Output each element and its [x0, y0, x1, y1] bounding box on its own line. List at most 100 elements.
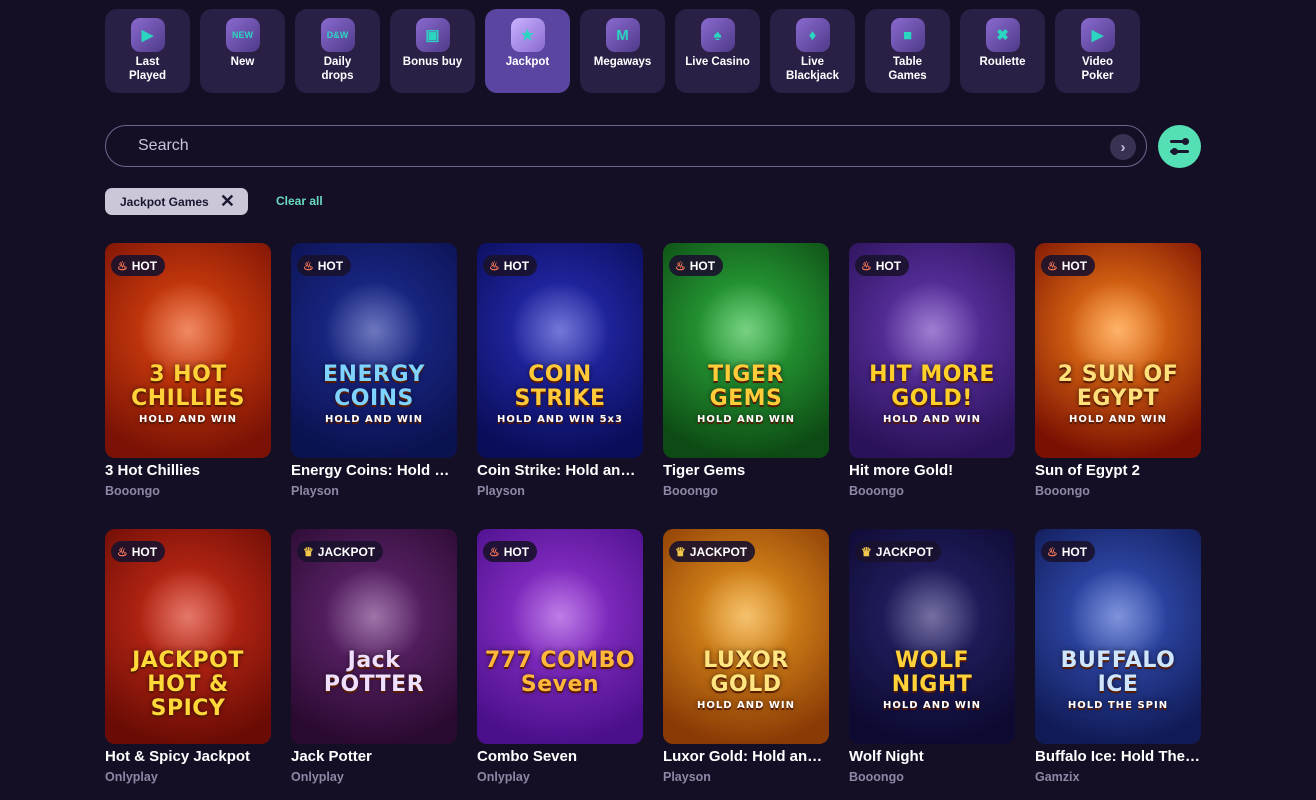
category-daily-drops[interactable]: D&W Daily drops: [295, 9, 380, 93]
category-new[interactable]: NEW New: [200, 9, 285, 93]
game-thumbnail[interactable]: ♨ HOT BUFFALO ICE HOLD THE SPIN: [1035, 529, 1201, 744]
flame-icon: ♨: [489, 258, 500, 273]
game-logo-text: COIN STRIKE HOLD AND WIN 5x3: [477, 363, 643, 427]
game-card[interactable]: ♛ JACKPOT Jack POTTER Jack Potter Onlyplay: [291, 529, 457, 796]
game-logo-title: LUXOR GOLD: [703, 648, 789, 697]
category-live-blackjack[interactable]: ♦ Live Blackjack: [770, 9, 855, 93]
game-card[interactable]: ♨ HOT COIN STRIKE HOLD AND WIN 5x3 Coin Stri…: [477, 243, 643, 510]
game-provider: Onlyplay: [105, 770, 158, 784]
flame-icon: ♨: [117, 258, 128, 273]
game-card[interactable]: ♛ JACKPOT WOLF NIGHT HOLD AND WIN Wolf Night…: [849, 529, 1015, 796]
category-label: New: [230, 56, 255, 68]
category-label: Roulette: [979, 56, 1026, 68]
category-megaways[interactable]: M Megaways: [580, 9, 665, 93]
filter-button[interactable]: [1158, 125, 1201, 168]
game-thumbnail[interactable]: ♨ HOT ENERGY COINS HOLD AND WIN: [291, 243, 457, 458]
game-badge: ♨ HOT: [111, 255, 166, 276]
category-jackpot[interactable]: ★ Jackpot: [485, 9, 570, 93]
game-badge-label: HOT: [689, 258, 716, 273]
game-title[interactable]: Tiger Gems: [663, 462, 829, 479]
game-card[interactable]: ♨ HOT ENERGY COINS HOLD AND WIN Energy Coins…: [291, 243, 457, 510]
game-logo-title: ENERGY COINS: [323, 362, 425, 411]
megaways-icon: M: [605, 18, 640, 52]
category-table-games[interactable]: ■ Table Games: [865, 9, 950, 93]
game-title[interactable]: Coin Strike: Hold and Win: [477, 462, 643, 479]
game-title[interactable]: 3 Hot Chillies: [105, 462, 271, 479]
video-poker-icon: ▶: [1080, 18, 1115, 52]
game-logo-title: WOLF NIGHT: [891, 648, 973, 697]
game-title[interactable]: Wolf Night: [849, 748, 1015, 765]
game-thumbnail[interactable]: ♛ JACKPOT Jack POTTER: [291, 529, 457, 744]
game-logo-text: TIGER GEMS HOLD AND WIN: [663, 363, 829, 427]
game-logo-subtitle: HOLD AND WIN: [1068, 414, 1168, 425]
game-title[interactable]: Hit more Gold!: [849, 462, 1015, 479]
game-provider: Booongo: [849, 770, 904, 784]
chevron-right-icon[interactable]: ›: [1110, 134, 1136, 160]
game-title[interactable]: Energy Coins: Hold and Win: [291, 462, 457, 479]
flame-icon: ♨: [117, 544, 128, 559]
flame-icon: ♨: [303, 258, 314, 273]
game-logo-subtitle: HOLD AND WIN: [882, 414, 982, 425]
category-label: Last Played: [128, 56, 167, 82]
game-logo-title: COIN STRIKE: [514, 362, 606, 411]
game-provider: Playson: [477, 484, 525, 498]
game-title[interactable]: Jack Potter: [291, 748, 457, 765]
game-provider: Onlyplay: [477, 770, 530, 784]
category-video-poker[interactable]: ▶ Video Poker: [1055, 9, 1140, 93]
game-thumbnail[interactable]: ♨ HOT 777 COMBO Seven: [477, 529, 643, 744]
game-card[interactable]: ♨ HOT JACKPOT HOT & SPICY Hot & Spicy Jackp…: [105, 529, 271, 796]
close-icon[interactable]: ✕: [220, 192, 235, 210]
game-title[interactable]: Buffalo Ice: Hold The Spin: [1035, 748, 1201, 765]
game-badge-label: HOT: [317, 258, 344, 273]
game-badge: ♨ HOT: [111, 541, 166, 562]
game-logo-subtitle: HOLD AND WIN: [696, 414, 796, 425]
category-live-casino[interactable]: ♠ Live Casino: [675, 9, 760, 93]
game-thumbnail[interactable]: ♨ HOT TIGER GEMS HOLD AND WIN: [663, 243, 829, 458]
game-logo-text: JACKPOT HOT & SPICY: [105, 649, 271, 721]
game-logo-subtitle: HOLD AND WIN: [696, 700, 796, 711]
clear-all-link[interactable]: Clear all: [276, 194, 323, 208]
game-card[interactable]: ♨ HOT HIT MORE GOLD! HOLD AND WIN Hit more G…: [849, 243, 1015, 510]
game-provider: Booongo: [1035, 484, 1090, 498]
game-badge: ♨ HOT: [1041, 255, 1096, 276]
game-logo-text: Jack POTTER: [291, 649, 457, 697]
category-label: Live Blackjack: [785, 56, 840, 82]
game-card[interactable]: ♨ HOT BUFFALO ICE HOLD THE SPIN Buffalo Ice:…: [1035, 529, 1201, 796]
game-title[interactable]: Luxor Gold: Hold and Win: [663, 748, 829, 765]
game-card[interactable]: ♨ HOT 2 SUN OF EGYPT HOLD AND WIN Sun of Egy…: [1035, 243, 1201, 510]
game-thumbnail[interactable]: ♨ HOT HIT MORE GOLD! HOLD AND WIN: [849, 243, 1015, 458]
game-title[interactable]: Combo Seven: [477, 748, 643, 765]
game-badge: ♨ HOT: [855, 255, 910, 276]
flame-icon: ♨: [1047, 544, 1058, 559]
game-card[interactable]: ♨ HOT 3 HOT CHILLIES HOLD AND WIN 3 Hot Chil…: [105, 243, 271, 510]
game-provider: Booongo: [105, 484, 160, 498]
game-title[interactable]: Sun of Egypt 2: [1035, 462, 1201, 479]
game-card[interactable]: ♨ HOT TIGER GEMS HOLD AND WIN Tiger Gems Booo…: [663, 243, 829, 510]
roulette-icon: ✖: [985, 18, 1020, 52]
live-casino-icon: ♠: [700, 18, 735, 52]
game-thumbnail[interactable]: ♨ HOT 2 SUN OF EGYPT HOLD AND WIN: [1035, 243, 1201, 458]
game-thumbnail[interactable]: ♛ JACKPOT LUXOR GOLD HOLD AND WIN: [663, 529, 829, 744]
search-input[interactable]: [136, 136, 1100, 156]
game-card[interactable]: ♛ JACKPOT LUXOR GOLD HOLD AND WIN Luxor Gold…: [663, 529, 829, 796]
game-badge-label: JACKPOT: [875, 544, 934, 559]
game-thumbnail[interactable]: ♛ JACKPOT WOLF NIGHT HOLD AND WIN: [849, 529, 1015, 744]
game-thumbnail[interactable]: ♨ HOT 3 HOT CHILLIES HOLD AND WIN: [105, 243, 271, 458]
category-bonus-buy[interactable]: ▣ Bonus buy: [390, 9, 475, 93]
game-title[interactable]: Hot & Spicy Jackpot: [105, 748, 271, 765]
game-badge-label: HOT: [503, 258, 530, 273]
filter-chip-jackpot-games[interactable]: Jackpot Games ✕: [105, 188, 248, 215]
game-logo-subtitle: HOLD AND WIN: [138, 414, 238, 425]
category-roulette[interactable]: ✖ Roulette: [960, 9, 1045, 93]
game-thumbnail[interactable]: ♨ HOT COIN STRIKE HOLD AND WIN 5x3: [477, 243, 643, 458]
game-badge: ♛ JACKPOT: [669, 541, 756, 562]
game-logo-text: LUXOR GOLD HOLD AND WIN: [663, 649, 829, 713]
game-badge: ♛ JACKPOT: [855, 541, 942, 562]
flame-icon: ♨: [489, 544, 500, 559]
game-logo-subtitle: HOLD AND WIN 5x3: [497, 414, 623, 425]
game-badge-label: HOT: [1061, 544, 1088, 559]
game-thumbnail[interactable]: ♨ HOT JACKPOT HOT & SPICY: [105, 529, 271, 744]
game-logo-title: 3 HOT CHILLIES: [131, 362, 245, 411]
category-last-played[interactable]: ▶ Last Played: [105, 9, 190, 93]
game-card[interactable]: ♨ HOT 777 COMBO Seven Combo Seven Onlyplay: [477, 529, 643, 796]
